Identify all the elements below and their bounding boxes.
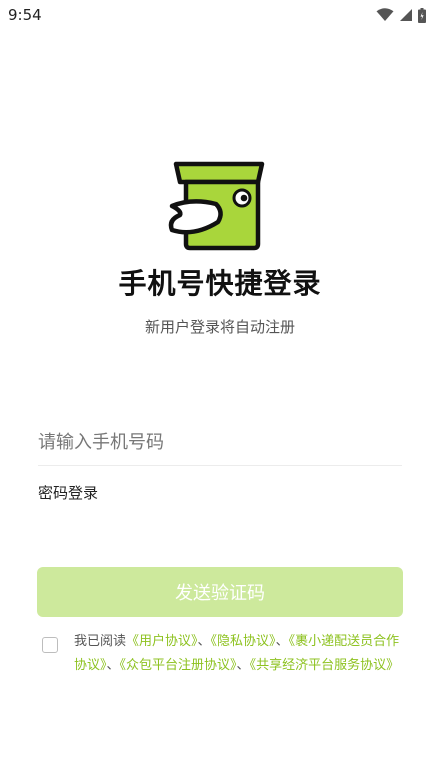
separator: 、 xyxy=(275,634,289,649)
status-time: 9:54 xyxy=(8,6,42,24)
password-login-link[interactable]: 密码登录 xyxy=(38,482,98,503)
system-icons xyxy=(376,7,426,23)
privacy-agreement-link[interactable]: 《隐私协议》 xyxy=(211,634,276,649)
crowdsourcing-registration-agreement-link[interactable]: 《众包平台注册协议》 xyxy=(120,658,237,673)
sharing-economy-service-agreement-link[interactable]: 《共享经济平台服务协议》 xyxy=(250,658,400,673)
phone-number-input[interactable] xyxy=(38,420,402,466)
battery-icon xyxy=(418,7,426,23)
page-subtitle: 新用户登录将自动注册 xyxy=(144,318,295,336)
page-title: 手机号快捷登录 xyxy=(118,267,322,300)
agreement-prefix: 我已阅读 xyxy=(74,634,127,649)
wifi-icon xyxy=(376,8,394,21)
send-verification-code-button[interactable]: 发送验证码 xyxy=(37,567,403,617)
agreement-text: 我已阅读《用户协议》、《隐私协议》、《裹小递配送员合作协议》、《众包平台注册协议… xyxy=(74,630,407,677)
separator: 、 xyxy=(197,634,211,649)
app-logo-bird-box-icon xyxy=(168,161,265,251)
signal-icon xyxy=(400,9,412,21)
user-agreement-link[interactable]: 《用户协议》 xyxy=(126,634,198,649)
agreement-checkbox[interactable] xyxy=(42,637,58,653)
agreement-row: 我已阅读《用户协议》、《隐私协议》、《裹小递配送员合作协议》、《众包平台注册协议… xyxy=(42,630,407,677)
status-bar: 9:54 xyxy=(0,0,440,30)
separator: 、 xyxy=(106,657,120,673)
separator: 、 xyxy=(236,657,250,673)
